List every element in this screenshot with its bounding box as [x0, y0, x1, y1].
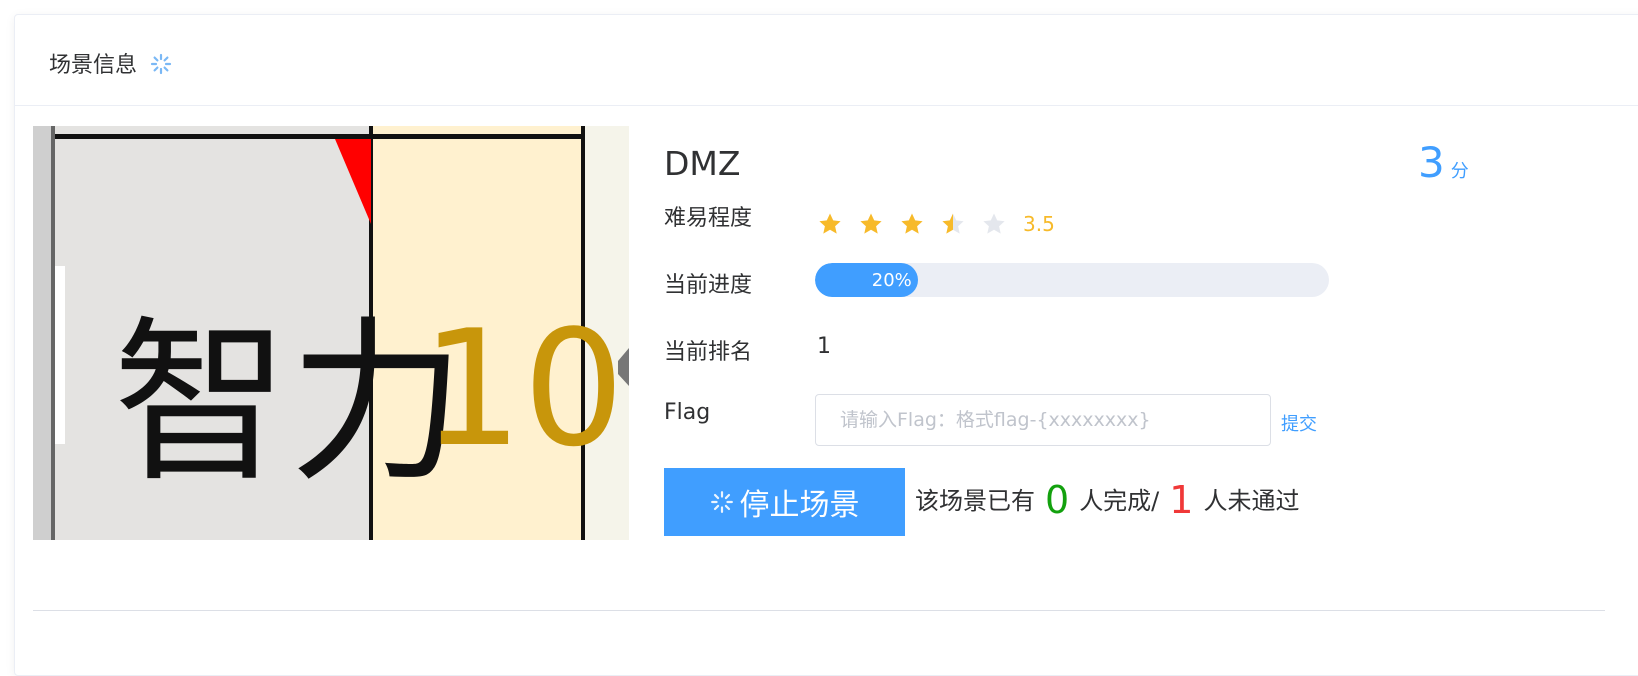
loading-spinner-icon [150, 53, 172, 81]
difficulty-rating: 3.5 [818, 212, 1055, 236]
difficulty-rating-text: 3.5 [1023, 212, 1055, 236]
card-title: 场景信息 [49, 47, 172, 81]
star-icon [860, 213, 882, 234]
stop-scene-label: 停止场景 [739, 488, 860, 523]
section-divider [33, 610, 1605, 611]
stop-scene-button[interactable]: 停止场景 [664, 468, 905, 536]
progress-fill: 20% [815, 263, 918, 297]
scene-cover-image: 智力 10 [33, 126, 629, 540]
completed-count: 0 [1045, 478, 1070, 522]
failed-count: 1 [1169, 478, 1194, 522]
card-header: 场景信息 [15, 15, 1638, 106]
star-empty-icon [983, 213, 1005, 234]
cover-number: 10 [421, 295, 625, 482]
rank-label: 当前排名 [664, 340, 753, 365]
failed-suffix: 人未通过 [1203, 487, 1300, 515]
card-title-text: 场景信息 [49, 53, 138, 78]
scene-name: DMZ [664, 144, 741, 183]
rank-value: 1 [817, 334, 831, 359]
stats-prefix: 该场景已有 [915, 487, 1035, 515]
scene-score: 3分 [1418, 138, 1469, 187]
star-icon [901, 213, 923, 234]
star-icon [819, 213, 841, 234]
progress-bar: 20% [815, 263, 1329, 297]
cover-text: 智力 [113, 301, 465, 506]
flag-input[interactable] [815, 394, 1271, 446]
completion-stats: 该场景已有 0 人完成/1 人未通过 [915, 478, 1299, 522]
completed-suffix: 人完成/ [1079, 487, 1160, 515]
submit-flag-link[interactable]: 提交 [1281, 410, 1317, 436]
difficulty-label: 难易程度 [664, 206, 753, 231]
progress-label: 当前进度 [664, 273, 753, 298]
score-unit: 分 [1450, 161, 1469, 182]
progress-text: 20% [871, 269, 912, 291]
star-half-icon [942, 213, 964, 234]
flag-label: Flag [664, 400, 711, 425]
loading-spinner-icon [710, 490, 734, 514]
score-value: 3 [1418, 138, 1445, 187]
